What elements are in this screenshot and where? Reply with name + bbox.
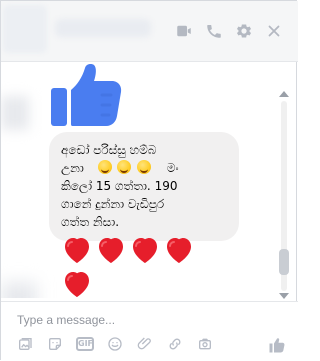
bubble-line-5: ගානේ දුන්නා වැඩිපුර [61,197,165,211]
bubble-line-1: අඩෝ පරිස්සු හම්බ [61,143,157,157]
chat-header [1,1,298,62]
thumbs-up-sticker [51,64,122,126]
scroll-up-icon[interactable] [279,91,289,97]
close-icon[interactable] [264,21,284,41]
scrollbar[interactable] [277,91,289,299]
video-call-icon[interactable] [174,21,194,41]
attachment-icon[interactable] [137,336,153,352]
gif-icon-label: GIF [76,337,94,351]
bubble-line-3-text: මං [166,161,179,175]
header-actions [174,21,284,41]
heart-icon [99,238,123,263]
emoji-icon[interactable] [107,336,123,352]
message-bubble[interactable]: අඩෝ පරිස්සු හම්බ උනා මං කිලෝ 15 ගත්තා. 1… [49,132,239,241]
heart-icon [133,238,157,263]
link-icon[interactable] [167,336,183,352]
blurred-avatar [1,282,37,298]
composer-tools: GIF [17,336,213,352]
contact-name[interactable] [55,19,151,37]
hearts-message[interactable] [61,234,201,298]
bubble-line-2-text: උනා [61,161,84,175]
like-icon[interactable] [268,336,286,354]
gif-icon[interactable]: GIF [76,336,94,352]
heart-icon [167,238,191,263]
camera-icon[interactable] [197,336,213,352]
composer: GIF [1,301,298,361]
photo-icon[interactable] [17,336,33,352]
bubble-line-4: කිලෝ 15 ගත්තා. 190 [61,179,178,193]
bubble-line-2: උනා මං [61,159,227,177]
chat-window: අඩෝ පරිස්සු හම්බ උනා මං කිලෝ 15 ගත්තා. 1… [0,0,298,361]
laughing-emoji-icon [117,160,132,174]
laughing-emoji-icon [97,160,112,174]
scroll-down-icon[interactable] [279,293,289,299]
laughing-emoji-icon [137,160,152,174]
bubble-line-6: ගත්ත නිසා. [61,215,120,229]
sticker-icon[interactable] [47,336,63,352]
avatar[interactable] [3,5,47,53]
heart-icon [65,238,89,263]
gear-icon[interactable] [234,21,254,41]
blurred-avatar [1,96,29,130]
heart-icon [65,272,89,297]
message-input[interactable] [17,309,257,331]
message-list[interactable]: අඩෝ පරිස්සු හම්බ උනා මං කිලෝ 15 ගත්තා. 1… [1,62,298,298]
phone-icon[interactable] [204,21,224,41]
scroll-thumb[interactable] [279,249,289,275]
